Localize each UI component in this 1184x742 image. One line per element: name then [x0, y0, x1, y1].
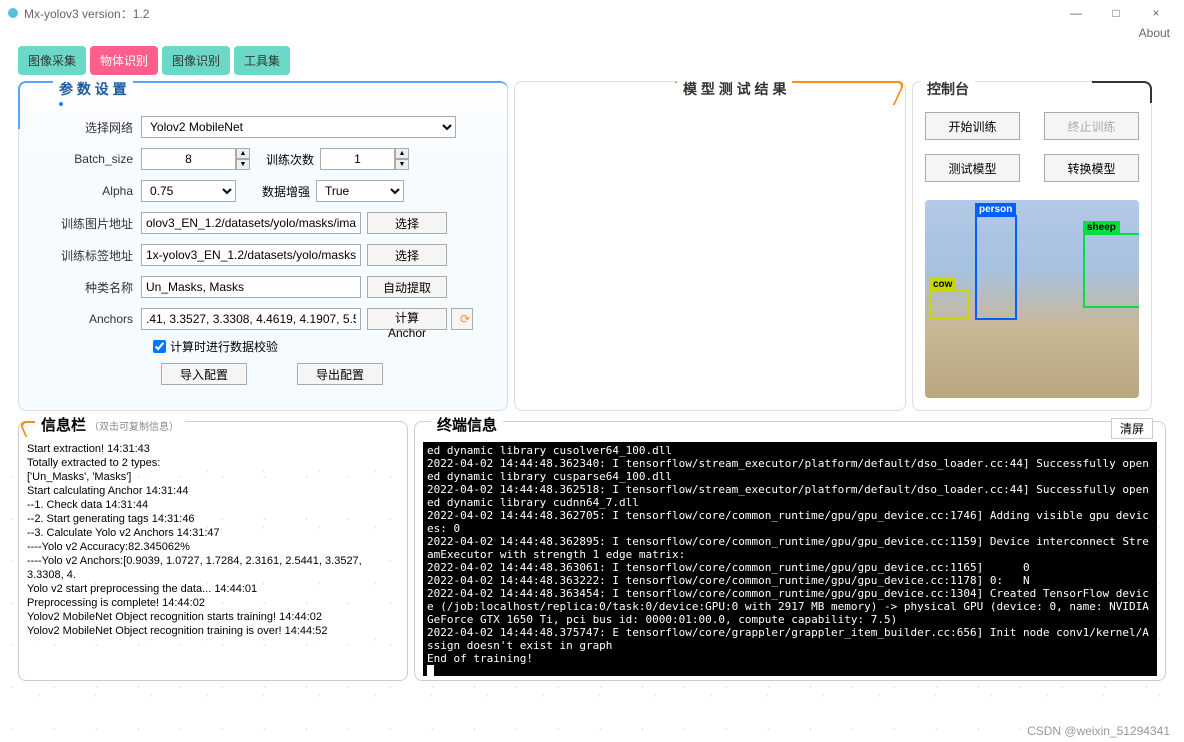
aug-label: 数据增强 — [236, 183, 316, 200]
import-config[interactable]: 导入配置 — [161, 363, 247, 385]
close-button[interactable]: × — [1136, 6, 1176, 20]
control-panel: 控制台 开始训练 终止训练 测试模型 转换模型 person sheep cow — [912, 81, 1152, 411]
epochs-label: 训练次数 — [250, 151, 320, 168]
preview-image: person sheep cow — [925, 200, 1139, 398]
window-title: Mx-yolov3 version：1.2 — [24, 5, 1056, 22]
clear-terminal[interactable]: 清屏 — [1111, 418, 1153, 439]
epochs-up[interactable]: ▲ — [395, 148, 409, 159]
stop-train[interactable]: 终止训练 — [1044, 112, 1139, 140]
export-config[interactable]: 导出配置 — [297, 363, 383, 385]
xmlpath-label: 训练标签地址 — [31, 247, 141, 264]
data-check-label: 计算时进行数据校验 — [170, 338, 278, 355]
reload-icon[interactable]: ⟳ — [451, 308, 473, 330]
auto-extract[interactable]: 自动提取 — [367, 276, 447, 298]
aug-select[interactable]: True — [316, 180, 404, 202]
xmlpath-input[interactable] — [141, 244, 361, 266]
epochs-input[interactable] — [320, 148, 395, 170]
imgpath-input[interactable] — [141, 212, 361, 234]
tab-capture[interactable]: 图像采集 — [18, 46, 86, 75]
imgpath-label: 训练图片地址 — [31, 215, 141, 232]
anchors-input[interactable] — [141, 308, 361, 330]
tab-tools[interactable]: 工具集 — [234, 46, 290, 75]
minimize-button[interactable]: — — [1056, 6, 1096, 20]
batch-label: Batch_size — [31, 152, 141, 166]
settings-title: 参 数 设 置 — [53, 79, 133, 99]
batch-down[interactable]: ▼ — [236, 159, 250, 170]
classes-input[interactable] — [141, 276, 361, 298]
terminal-output[interactable]: ed dynamic library cusolver64_100.dll 20… — [423, 442, 1157, 676]
net-select[interactable]: Yolov2 MobileNet — [141, 116, 456, 138]
info-sub: （双击可复制信息） — [89, 422, 179, 433]
xmlpath-choose[interactable]: 选择 — [367, 244, 447, 266]
info-log[interactable]: Start extraction! 14:31:43Totally extrac… — [27, 442, 399, 638]
imgpath-choose[interactable]: 选择 — [367, 212, 447, 234]
alpha-label: Alpha — [31, 184, 141, 198]
test-result-panel: 模 型 测 试 结 果 — [514, 81, 906, 411]
terminal-panel: 终端信息 清屏 ed dynamic library cusolver64_10… — [414, 421, 1166, 681]
info-title: 信息栏 — [41, 417, 86, 434]
titlebar: Mx-yolov3 version：1.2 — □ × — [0, 0, 1184, 26]
app-icon — [8, 8, 18, 18]
tab-object-detect[interactable]: 物体识别 — [90, 46, 158, 75]
start-train[interactable]: 开始训练 — [925, 112, 1020, 140]
batch-input[interactable] — [141, 148, 236, 170]
test-result-title: 模 型 测 试 结 果 — [677, 79, 792, 99]
classes-label: 种类名称 — [31, 279, 141, 296]
main-tabs: 图像采集 物体识别 图像识别 工具集 — [18, 46, 1166, 75]
watermark: CSDN @weixin_51294341 — [1027, 724, 1170, 738]
net-label: 选择网络 — [31, 119, 141, 136]
bbox-sheep: sheep — [1083, 233, 1139, 308]
bbox-person: person — [975, 215, 1017, 320]
maximize-button[interactable]: □ — [1096, 6, 1136, 20]
data-check[interactable] — [153, 340, 166, 353]
menubar: About — [0, 26, 1184, 44]
calc-anchor[interactable]: 计算Anchor — [367, 308, 447, 330]
convert-model[interactable]: 转换模型 — [1044, 154, 1139, 182]
settings-panel: 参 数 设 置 选择网络 Yolov2 MobileNet Batch_size… — [18, 81, 508, 411]
control-title: 控制台 — [921, 79, 975, 99]
terminal-title: 终端信息 — [431, 414, 503, 435]
batch-up[interactable]: ▲ — [236, 148, 250, 159]
info-panel: 信息栏（双击可复制信息） Start extraction! 14:31:43T… — [18, 421, 408, 681]
tab-image-classify[interactable]: 图像识别 — [162, 46, 230, 75]
bbox-cow: cow — [929, 290, 969, 320]
test-model[interactable]: 测试模型 — [925, 154, 1020, 182]
epochs-down[interactable]: ▼ — [395, 159, 409, 170]
alpha-select[interactable]: 0.75 — [141, 180, 236, 202]
anchors-label: Anchors — [31, 312, 141, 326]
about-menu[interactable]: About — [1139, 26, 1170, 40]
